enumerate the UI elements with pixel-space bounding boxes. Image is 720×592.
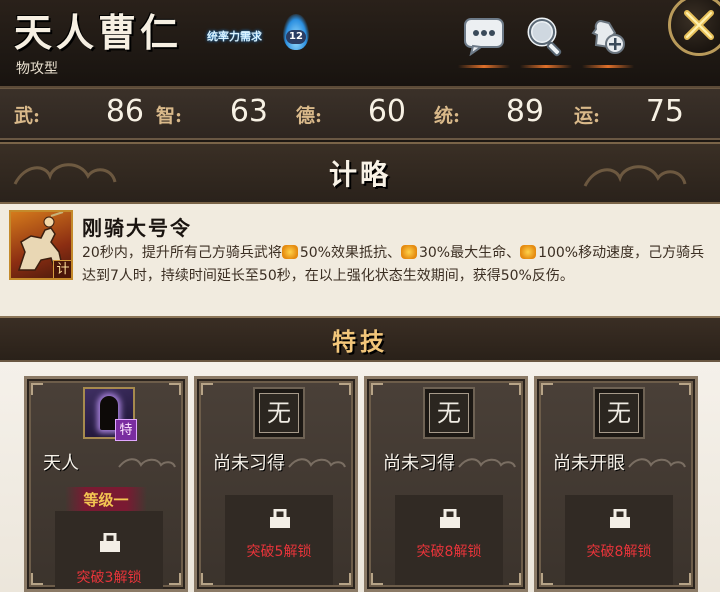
cloud-ornament-icon <box>583 165 687 187</box>
card-corner <box>31 383 43 395</box>
unlock-condition: 突破8解锁 <box>586 544 652 560</box>
special-skill-icon[interactable]: 无 <box>593 387 645 439</box>
card-corner <box>541 573 553 585</box>
card-corner <box>541 383 553 395</box>
special-skill-card[interactable]: 特 天人 等级一 突破3解锁 <box>24 376 188 592</box>
stat-value: 60 <box>367 94 406 129</box>
stat-value: 89 <box>505 94 544 129</box>
cloud-ornament-icon <box>13 163 117 185</box>
chat-button[interactable] <box>458 14 510 68</box>
command-requirement-badge: 12 <box>283 14 309 50</box>
strategy-desc-part: 20秒内，提升所有己方骑兵武将 <box>82 245 282 261</box>
special-skill-icon[interactable]: 无 <box>423 387 475 439</box>
add-follow-icon <box>591 19 625 54</box>
card-corner <box>371 383 383 395</box>
hero-type: 物攻型 <box>16 61 58 77</box>
chat-underline <box>458 65 510 68</box>
lock-icon <box>610 509 630 528</box>
card-corner <box>201 383 213 395</box>
special-skill-icon[interactable]: 特 <box>83 387 137 441</box>
chat-bubble-icon <box>464 18 504 56</box>
special-skill-name: 尚未开眼 <box>553 453 625 474</box>
card-corner <box>509 383 521 395</box>
follow-underline <box>582 65 634 68</box>
card-corner <box>169 383 181 395</box>
card-corner <box>509 573 521 585</box>
strategy-desc-part: 30%最大生命、 <box>418 245 521 261</box>
follow-button[interactable] <box>582 14 634 68</box>
stat-value: 63 <box>229 94 268 129</box>
hero-header: 天人曹仁 物攻型 统率力需求 12 <box>0 0 720 88</box>
card-corner <box>371 573 383 585</box>
card-corner <box>31 573 43 585</box>
move-speed-buff-icon <box>520 245 537 259</box>
special-skill-level: 等级一 <box>27 487 185 512</box>
special-skill-name: 尚未习得 <box>383 453 455 474</box>
strategy-panel: 计 刚骑大号令 20秒内，提升所有己方骑兵武将 50%效果抵抗、 30%最大生命、 1… <box>0 204 720 318</box>
strategy-icon[interactable]: 计 <box>9 210 73 280</box>
lock-icon <box>440 509 460 528</box>
close-button[interactable] <box>668 0 720 56</box>
special-skills-section-header: 特技 <box>0 318 720 362</box>
strategy-badge: 计 <box>53 260 71 278</box>
magnifier-icon <box>527 17 562 57</box>
empty-skill-glyph: 无 <box>429 393 469 433</box>
stat-label: 统: <box>434 105 461 127</box>
unlock-condition: 突破3解锁 <box>76 570 142 586</box>
unlock-box: 突破3解锁 <box>55 511 163 589</box>
special-skills-section-title: 特技 <box>332 326 388 356</box>
command-requirement-value: 12 <box>286 30 306 44</box>
unlock-box: 突破5解锁 <box>225 495 333 585</box>
lock-icon <box>100 533 120 552</box>
cloud-swirl-icon <box>118 458 176 468</box>
special-skill-card[interactable]: 无 尚未习得 突破8解锁 <box>364 376 528 592</box>
stat-label: 运: <box>574 105 601 127</box>
special-skill-icon[interactable]: 无 <box>253 387 305 439</box>
max-hp-buff-icon <box>400 245 417 259</box>
card-corner <box>339 383 351 395</box>
strategy-desc-part: 50%效果抵抗、 <box>299 245 401 261</box>
lock-icon <box>270 509 290 528</box>
unlock-box: 突破8解锁 <box>395 495 503 585</box>
card-corner <box>169 573 181 585</box>
level-text: 等级一 <box>65 487 147 512</box>
cloud-swirl-icon <box>458 458 516 468</box>
special-skill-card[interactable]: 无 尚未开眼 突破8解锁 <box>534 376 698 592</box>
strategy-description: 20秒内，提升所有己方骑兵武将 50%效果抵抗、 30%最大生命、 100%移动速度，… <box>82 242 712 288</box>
close-icon <box>684 10 714 40</box>
special-skill-card[interactable]: 无 尚未习得 突破5解锁 <box>194 376 358 592</box>
unlock-box: 突破8解锁 <box>565 495 673 585</box>
strategy-section-header: 计略 <box>0 142 720 204</box>
stat-label: 智: <box>156 105 183 127</box>
stat-label: 武: <box>14 105 41 127</box>
cloud-swirl-icon <box>628 458 686 468</box>
card-corner <box>679 383 691 395</box>
strategy-section-title: 计略 <box>328 158 391 191</box>
stat-label: 德: <box>296 105 323 127</box>
search-underline <box>520 65 572 68</box>
card-corner <box>679 573 691 585</box>
empty-skill-glyph: 无 <box>599 393 639 433</box>
stat-value: 75 <box>645 94 684 129</box>
special-skills-area: 特 天人 等级一 突破3解锁 无 尚未习得 突破5解锁 无 尚未习得 突破8解锁… <box>0 362 720 592</box>
stat-value: 86 <box>105 94 144 129</box>
cloud-swirl-icon <box>288 458 346 468</box>
special-tag: 特 <box>115 419 137 441</box>
special-skill-name: 尚未习得 <box>213 453 285 474</box>
resistance-buff-icon <box>281 245 298 259</box>
card-corner <box>201 573 213 585</box>
search-button[interactable] <box>520 14 572 68</box>
command-requirement-label: 统率力需求 <box>207 30 262 43</box>
hero-name: 天人曹仁 <box>14 10 183 55</box>
hero-stats-row: 武: 86 智: 63 德: 60 统: 89 运: 75 <box>0 88 720 140</box>
card-corner <box>339 573 351 585</box>
special-skill-name: 天人 <box>43 453 79 474</box>
strategy-name: 刚骑大号令 <box>82 216 192 240</box>
unlock-condition: 突破8解锁 <box>416 544 482 560</box>
empty-skill-glyph: 无 <box>259 393 299 433</box>
unlock-condition: 突破5解锁 <box>246 544 312 560</box>
